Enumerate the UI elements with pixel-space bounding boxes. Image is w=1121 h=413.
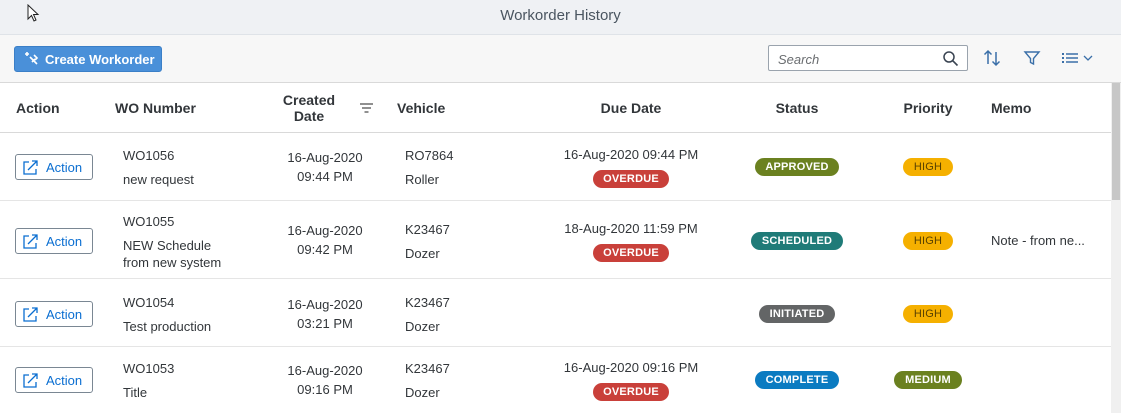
table-row[interactable]: Action WO1053 Title 16-Aug-2020 09:16 PM… [0, 347, 1111, 413]
table-header: Action WO Number Created Date Vehicle Du… [0, 83, 1111, 133]
due-date: 16-Aug-2020 09:16 PM [563, 360, 699, 375]
due-date: 16-Aug-2020 09:44 PM [563, 147, 699, 162]
vehicle-id: K23467 [405, 295, 450, 310]
sort-icon [983, 49, 1001, 67]
open-external-icon [23, 159, 38, 175]
toolbar: Create Workorder [0, 35, 1121, 83]
priority-badge: HIGH [903, 158, 953, 176]
created-time: 09:16 PM [297, 382, 353, 397]
priority-badge: HIGH [903, 232, 953, 250]
created-date: 16-Aug-2020 [287, 297, 363, 312]
action-button[interactable]: Action [15, 367, 93, 393]
action-button[interactable]: Action [15, 228, 93, 254]
wo-description: Test production [123, 319, 212, 334]
overdue-badge: OVERDUE [593, 170, 669, 188]
table-row[interactable]: Action WO1054 Test production 16-Aug-202… [0, 279, 1111, 347]
wo-number: WO1056 [123, 148, 175, 163]
priority-badge: MEDIUM [894, 371, 962, 389]
created-time: 09:42 PM [297, 242, 353, 257]
vehicle-id: K23467 [405, 361, 450, 376]
view-settings-button[interactable] [1060, 47, 1102, 69]
vehicle-id: K23467 [405, 222, 450, 237]
mouse-cursor-icon [27, 4, 40, 22]
search-field[interactable] [768, 45, 968, 71]
action-label: Action [46, 306, 83, 322]
col-created-date[interactable]: Created Date [270, 92, 348, 124]
action-label: Action [46, 159, 83, 175]
wo-number: WO1053 [123, 361, 175, 376]
wo-number: WO1055 [123, 214, 175, 229]
vehicle-type: Dozer [405, 319, 440, 334]
table-row[interactable]: Action WO1056 new request 16-Aug-2020 09… [0, 133, 1111, 201]
create-workorder-icon [25, 52, 39, 65]
created-date: 16-Aug-2020 [287, 363, 363, 378]
action-button[interactable]: Action [15, 301, 93, 327]
col-memo: Memo [991, 100, 1032, 116]
vehicle-type: Roller [405, 172, 439, 187]
overdue-badge: OVERDUE [593, 244, 669, 262]
col-due-date: Due Date [600, 100, 662, 116]
wo-number: WO1054 [123, 295, 175, 310]
priority-badge: HIGH [903, 305, 953, 323]
col-created-line1: Created [282, 92, 336, 108]
created-time: 09:44 PM [297, 169, 353, 184]
chevron-down-icon [1083, 55, 1093, 61]
list-view-icon [1062, 53, 1078, 63]
col-created-line2: Date [293, 108, 325, 124]
overdue-badge: OVERDUE [593, 383, 669, 401]
vehicle-type: Dozer [405, 385, 440, 400]
action-label: Action [46, 233, 83, 249]
wo-description-line2: from new system [123, 255, 222, 270]
col-status: Status [775, 100, 819, 116]
memo-text: Note - from ne... [991, 233, 1085, 248]
created-date: 16-Aug-2020 [287, 150, 363, 165]
search-icon[interactable] [942, 50, 959, 67]
search-input[interactable] [778, 50, 938, 68]
status-badge: COMPLETE [755, 371, 839, 389]
open-external-icon [23, 233, 38, 249]
wo-description: new request [123, 172, 194, 187]
vehicle-id: RO7864 [405, 148, 454, 163]
col-vehicle: Vehicle [397, 100, 446, 116]
due-date: 18-Aug-2020 11:59 PM [564, 221, 698, 236]
scrollbar-thumb[interactable] [1112, 83, 1120, 200]
wo-description: Title [123, 385, 148, 400]
filter-icon [1023, 51, 1041, 66]
action-button[interactable]: Action [15, 154, 93, 180]
col-wo-number: WO Number [115, 100, 196, 116]
created-date: 16-Aug-2020 [287, 223, 363, 238]
status-badge: INITIATED [759, 305, 835, 323]
sort-indicator-icon [360, 103, 373, 113]
create-workorder-button[interactable]: Create Workorder [14, 46, 162, 72]
col-action: Action [16, 100, 60, 116]
wo-description: NEW Schedule [123, 238, 212, 253]
table-row[interactable]: Action WO1055 NEW Schedule from new syst… [0, 201, 1111, 279]
window-title: Workorder History [500, 7, 621, 24]
create-workorder-label: Create Workorder [45, 51, 155, 67]
status-badge: APPROVED [755, 158, 839, 176]
title-bar: Workorder History [0, 0, 1121, 35]
open-external-icon [23, 306, 38, 322]
action-label: Action [46, 372, 83, 388]
vehicle-type: Dozer [405, 246, 440, 261]
filter-button[interactable] [1021, 47, 1043, 69]
open-external-icon [23, 372, 38, 388]
created-time: 03:21 PM [297, 316, 353, 331]
status-badge: SCHEDULED [751, 232, 843, 250]
sort-button[interactable] [981, 47, 1003, 69]
col-priority: Priority [903, 100, 953, 116]
